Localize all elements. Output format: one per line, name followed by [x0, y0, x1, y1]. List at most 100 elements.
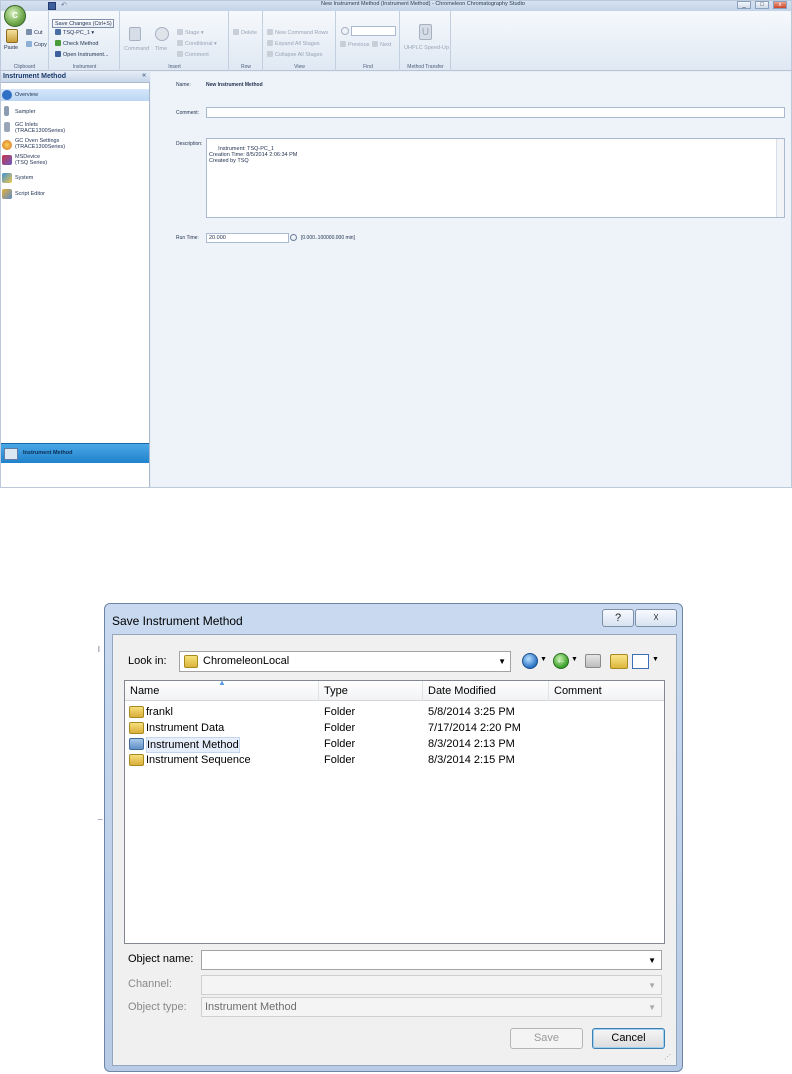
chevron-down-icon[interactable]: ▼ [571, 656, 578, 674]
back-arrow-icon[interactable]: ← [553, 653, 569, 669]
conditional-label: Conditional [185, 41, 213, 47]
open-instrument-label: Open Instrument... [63, 52, 109, 58]
delete-button[interactable]: Delete [233, 29, 257, 36]
minimize-button[interactable]: _ [737, 1, 751, 9]
instrument-group-label: Instrument [72, 64, 97, 70]
chevron-down-icon[interactable]: ▼ [652, 656, 659, 674]
conditional-button[interactable]: Conditional ▾ [177, 40, 217, 47]
collapse-pane-button[interactable]: « [142, 72, 146, 79]
cancel-button[interactable]: Cancel [592, 1028, 665, 1049]
column-header-comment[interactable]: Comment [549, 681, 664, 701]
nav-item-overview[interactable]: Overview [1, 89, 149, 101]
comment-button[interactable]: Comment [177, 51, 209, 58]
cut-button[interactable]: Cut [26, 29, 43, 36]
file-name: Instrument Method [146, 737, 240, 753]
find-input[interactable] [351, 26, 396, 36]
oven-icon [2, 140, 12, 150]
file-type: Folder [324, 706, 356, 718]
check-method-button[interactable]: Check Method [55, 40, 98, 47]
chevron-down-icon[interactable]: ▼ [648, 956, 656, 965]
name-label: Name: [176, 82, 191, 88]
collapse-all-stages-button[interactable]: Collapse All Stages [267, 51, 322, 58]
clock-icon [155, 27, 169, 41]
chevron-down-icon[interactable]: ▼ [540, 656, 547, 674]
open-instrument-icon [55, 51, 61, 57]
nav-item-gc-oven[interactable]: GC Oven Settings (TRACE1300Series) [1, 137, 149, 153]
column-header-type[interactable]: Type [319, 681, 423, 701]
nav-item-sampler[interactable]: Sampler [1, 105, 149, 117]
folder-database-icon [184, 655, 198, 668]
copy-icon [26, 41, 32, 47]
file-list[interactable]: ▲ Name Type Date Modified Comment frankl… [124, 678, 665, 944]
nav-item-script-editor[interactable]: Script Editor [1, 188, 149, 200]
ribbon-group-find: Previous Next Find [337, 11, 400, 71]
application-orb-button[interactable]: C [4, 5, 26, 27]
runtime-field[interactable]: 20.000 [206, 233, 289, 243]
globe-icon[interactable] [522, 653, 538, 669]
collapse-label: Collapse All Stages [275, 52, 323, 58]
column-header-date-modified[interactable]: Date Modified [423, 681, 549, 701]
expand-label: Expand All Stages [275, 41, 320, 47]
up-folder-icon[interactable] [585, 654, 601, 668]
comment-field[interactable] [206, 107, 785, 118]
help-button[interactable]: ? [602, 609, 634, 627]
object-name-field[interactable]: ▼ [201, 950, 662, 970]
comment-icon [177, 51, 183, 57]
column-header-name[interactable]: Name [125, 681, 319, 701]
ribbon-group-method-transfer: U UHPLC Speed-Up Method Transfer [401, 11, 451, 71]
comment-label: Comment: [176, 110, 200, 116]
nav-item-msdevice[interactable]: MSDevice (TSQ Series) [1, 153, 149, 169]
nav-item-label: Overview [15, 92, 38, 98]
new-command-rows-button[interactable]: New Command Rows [267, 29, 328, 36]
new-folder-icon[interactable] [610, 654, 628, 669]
nav-bottom-instrument-method[interactable]: Instrument Method [1, 443, 149, 463]
ms-device-icon [2, 155, 12, 165]
channel-dropdown[interactable]: ▼ [201, 975, 662, 995]
file-row[interactable]: Instrument Sequence Folder 8/3/2014 2:15… [125, 752, 664, 768]
nav-header: Instrument Method « [1, 72, 150, 83]
uhplc-speed-up-button[interactable]: UHPLC Speed-Up [404, 45, 449, 51]
save-button[interactable]: Save [510, 1028, 583, 1049]
script-editor-icon [2, 189, 12, 199]
nav-item-system[interactable]: System [1, 172, 149, 184]
instrument-selector[interactable]: TSQ-PC_1 ▾ [55, 29, 94, 36]
command-button[interactable]: Command [124, 46, 149, 52]
folder-icon [129, 754, 144, 766]
stage-button[interactable]: Stage ▾ [177, 29, 204, 36]
next-label: Next [380, 42, 392, 48]
previous-button[interactable]: Previous [340, 41, 369, 48]
maximize-button[interactable]: □ [755, 1, 769, 9]
close-dialog-button[interactable]: ☓ [635, 609, 677, 627]
quick-save-icon[interactable] [48, 2, 56, 10]
time-button[interactable]: Time [155, 46, 167, 52]
instrument-method-icon [4, 448, 18, 460]
copy-button[interactable]: Copy [26, 41, 47, 48]
file-row-selected[interactable]: Instrument Method Folder 8/3/2014 2:13 P… [125, 736, 664, 753]
resize-grip-icon[interactable]: ⋰ [664, 1053, 674, 1063]
view-menu-icon[interactable] [632, 654, 649, 669]
expand-all-stages-button[interactable]: Expand All Stages [267, 40, 320, 47]
nav-item-gc-inlets[interactable]: GC Inlets (TRACE1300Series) [1, 119, 149, 135]
undo-icon[interactable]: ↶ [61, 2, 69, 10]
object-type-dropdown[interactable]: Instrument Method ▼ [201, 997, 662, 1017]
info-icon [2, 90, 12, 100]
collapse-icon [267, 51, 273, 57]
description-field[interactable]: Instrument: TSQ-PC_1 Creation Time: 8/5/… [206, 138, 785, 218]
paste-button[interactable]: Paste [4, 45, 18, 51]
next-button[interactable]: Next [372, 41, 391, 48]
close-window-button[interactable]: x [773, 1, 787, 9]
instrument-icon [55, 29, 61, 35]
scissors-icon [26, 29, 32, 35]
look-in-value: ChromeleonLocal [203, 655, 290, 667]
file-row[interactable]: frankl Folder 5/8/2014 3:25 PM [125, 704, 664, 720]
stray-mark: _ [98, 811, 103, 820]
open-instrument-button[interactable]: Open Instrument... [55, 51, 109, 58]
look-in-dropdown[interactable]: ChromeleonLocal ▼ [179, 651, 511, 672]
description-scrollbar[interactable] [776, 139, 784, 217]
runtime-spinner-icon[interactable] [290, 234, 297, 241]
nav-item-label: MSDevice (TSQ Series) [15, 154, 48, 166]
nav-item-label: Script Editor [15, 191, 45, 197]
object-type-value: Instrument Method [205, 1001, 297, 1013]
file-row[interactable]: Instrument Data Folder 7/17/2014 2:20 PM [125, 720, 664, 736]
file-date: 8/3/2014 2:13 PM [428, 738, 515, 750]
